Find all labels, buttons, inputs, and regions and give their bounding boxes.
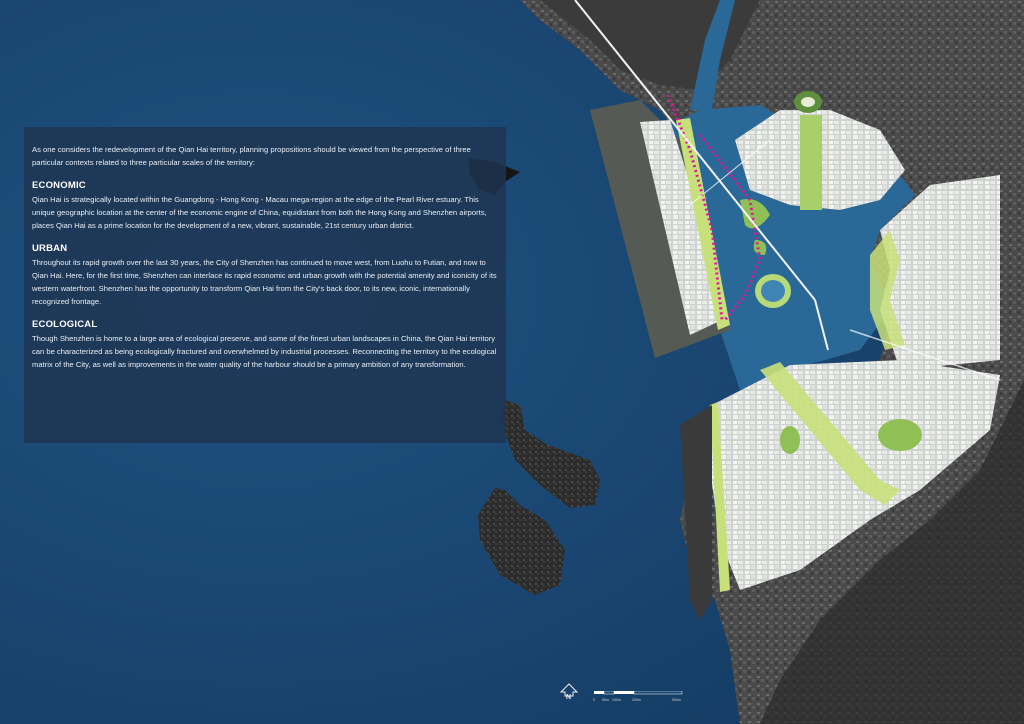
scale-label-1: 50m	[602, 698, 609, 702]
section-body-ecological: Though Shenzhen is home to a large area …	[32, 334, 497, 369]
section-heading-economic: ECONOMIC	[32, 180, 86, 191]
description-panel: As one considers the redevelopment of th…	[24, 127, 506, 443]
south-park	[878, 419, 922, 451]
south-park-2	[780, 426, 800, 454]
section-heading-ecological: ECOLOGICAL	[32, 319, 98, 330]
island-pond	[761, 280, 785, 302]
section-body-urban: Throughout its rapid growth over the las…	[32, 258, 497, 306]
north-plaza-core	[801, 97, 815, 107]
scale-label-3: 200m	[632, 698, 641, 702]
intro-text: As one considers the redevelopment of th…	[32, 145, 471, 167]
scale-label-4: 500m	[672, 698, 681, 702]
north-park-strip	[800, 115, 822, 210]
scale-label-2: 100m	[612, 698, 621, 702]
scale-label-0: 0	[593, 698, 595, 702]
section-body-economic: Qian Hai is strategically located within…	[32, 195, 487, 230]
north-label: N	[566, 694, 572, 701]
section-heading-urban: URBAN	[32, 243, 68, 254]
